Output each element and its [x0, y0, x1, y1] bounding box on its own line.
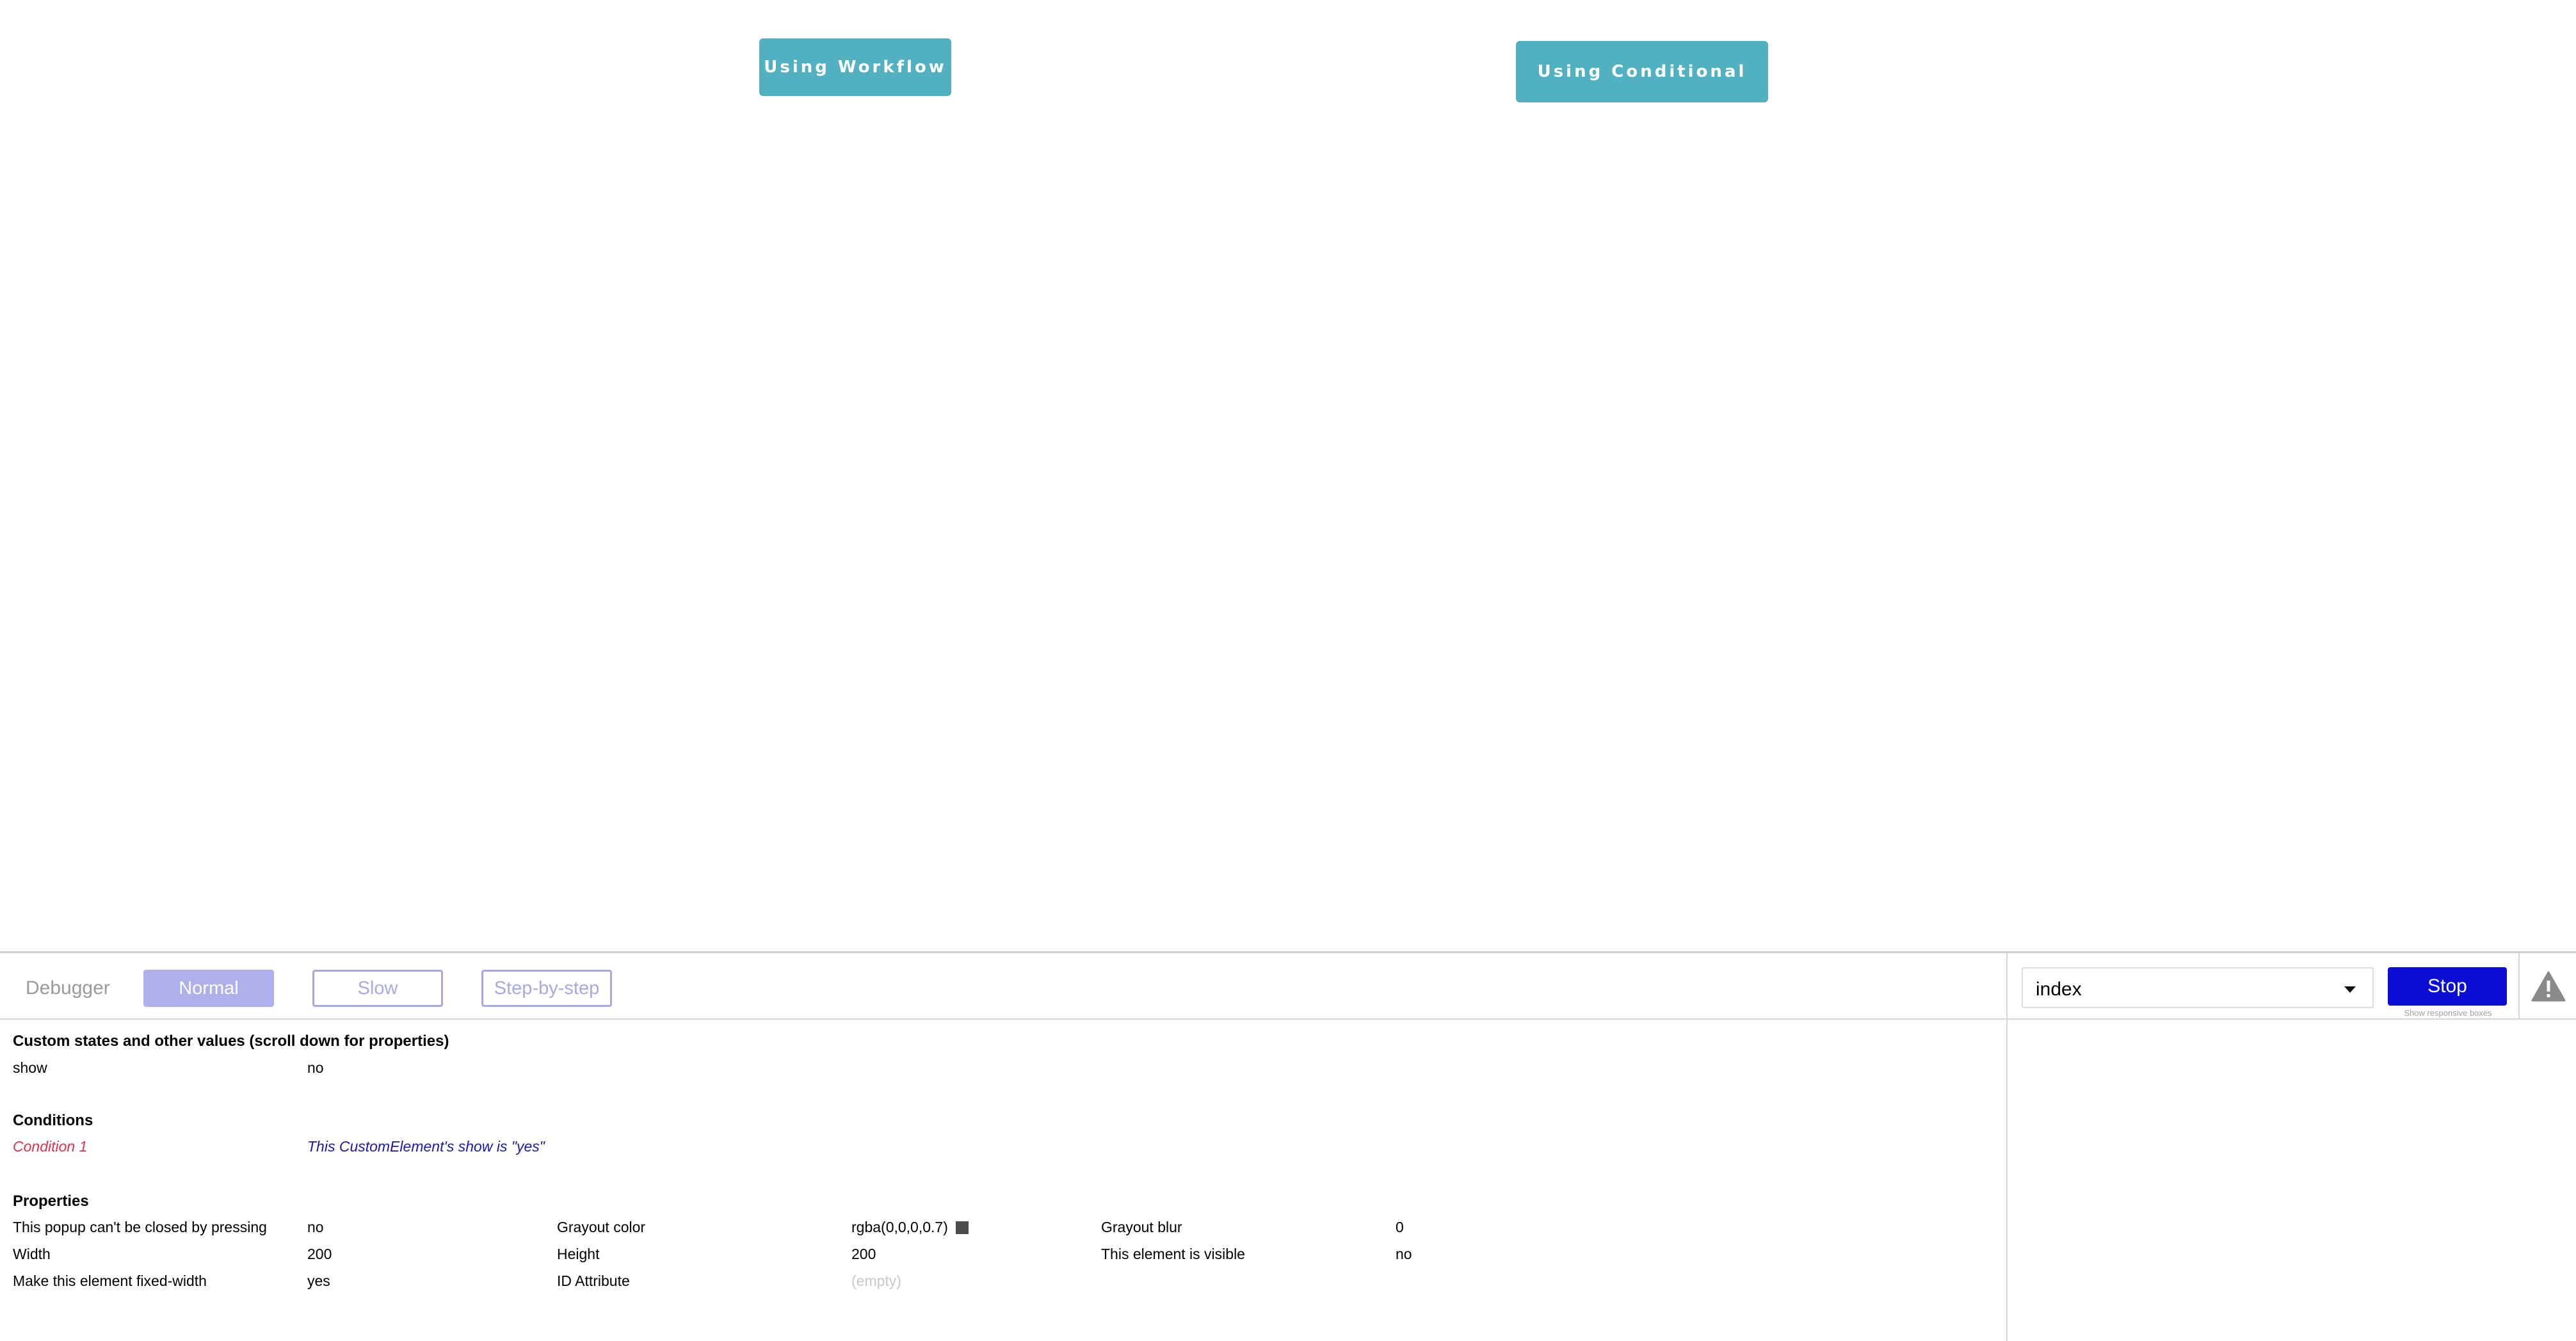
custom-states-title: Custom states and other values (scroll d…	[13, 1032, 449, 1050]
property-value: no	[307, 1219, 324, 1235]
property-name: Make this element fixed-width	[13, 1273, 207, 1289]
using-workflow-button[interactable]: Using Workflow	[759, 38, 951, 96]
warning-triangle-icon	[2531, 971, 2566, 1002]
warning-button[interactable]	[2518, 953, 2576, 1020]
mode-normal-button[interactable]: Normal	[143, 970, 274, 1007]
debugger-title: Debugger	[26, 977, 110, 999]
property-name: ID Attribute	[557, 1273, 630, 1289]
page-select-dropdown[interactable]: index	[2022, 967, 2374, 1008]
property-value: rgba(0,0,0,0.7)	[851, 1219, 948, 1235]
property-value: no	[1396, 1246, 1412, 1262]
state-value: no	[307, 1059, 324, 1076]
property-name: Width	[13, 1246, 51, 1262]
using-conditional-button[interactable]: Using Conditional	[1516, 41, 1768, 102]
property-name: This popup can't be closed by pressing	[13, 1219, 267, 1235]
property-name: This element is visible	[1101, 1246, 1245, 1262]
property-name: Height	[557, 1246, 600, 1262]
property-name: Grayout blur	[1101, 1219, 1182, 1235]
property-value-color: rgba(0,0,0,0.7)	[851, 1219, 969, 1236]
show-responsive-boxes-link[interactable]: Show responsive boxes	[2389, 1008, 2507, 1018]
condition-name[interactable]: Condition 1	[13, 1138, 87, 1155]
stop-button[interactable]: Stop	[2388, 967, 2507, 1006]
property-value: 200	[851, 1246, 876, 1262]
debugger-panel: Debugger Normal Slow Step-by-step index …	[0, 951, 2576, 1341]
property-value: (empty)	[851, 1273, 901, 1289]
condition-expression[interactable]: This CustomElement's show is "yes"	[307, 1138, 545, 1155]
property-value: yes	[307, 1273, 330, 1289]
property-value: 0	[1396, 1219, 1404, 1235]
conditions-title: Conditions	[13, 1112, 93, 1129]
debugger-right-divider	[2006, 1020, 2008, 1341]
mode-step-by-step-button[interactable]: Step-by-step	[481, 970, 612, 1007]
color-swatch	[955, 1221, 969, 1234]
properties-title: Properties	[13, 1192, 89, 1210]
property-name: Grayout color	[557, 1219, 646, 1235]
page-select-value: index	[2036, 979, 2082, 1000]
state-name: show	[13, 1059, 47, 1076]
debugger-toolbar: Debugger Normal Slow Step-by-step	[0, 953, 2006, 1020]
debugger-controls: index Stop Show responsive boxes	[2006, 953, 2576, 1020]
property-value: 200	[307, 1246, 332, 1262]
mode-slow-button[interactable]: Slow	[312, 970, 443, 1007]
chevron-down-icon	[2344, 986, 2356, 993]
